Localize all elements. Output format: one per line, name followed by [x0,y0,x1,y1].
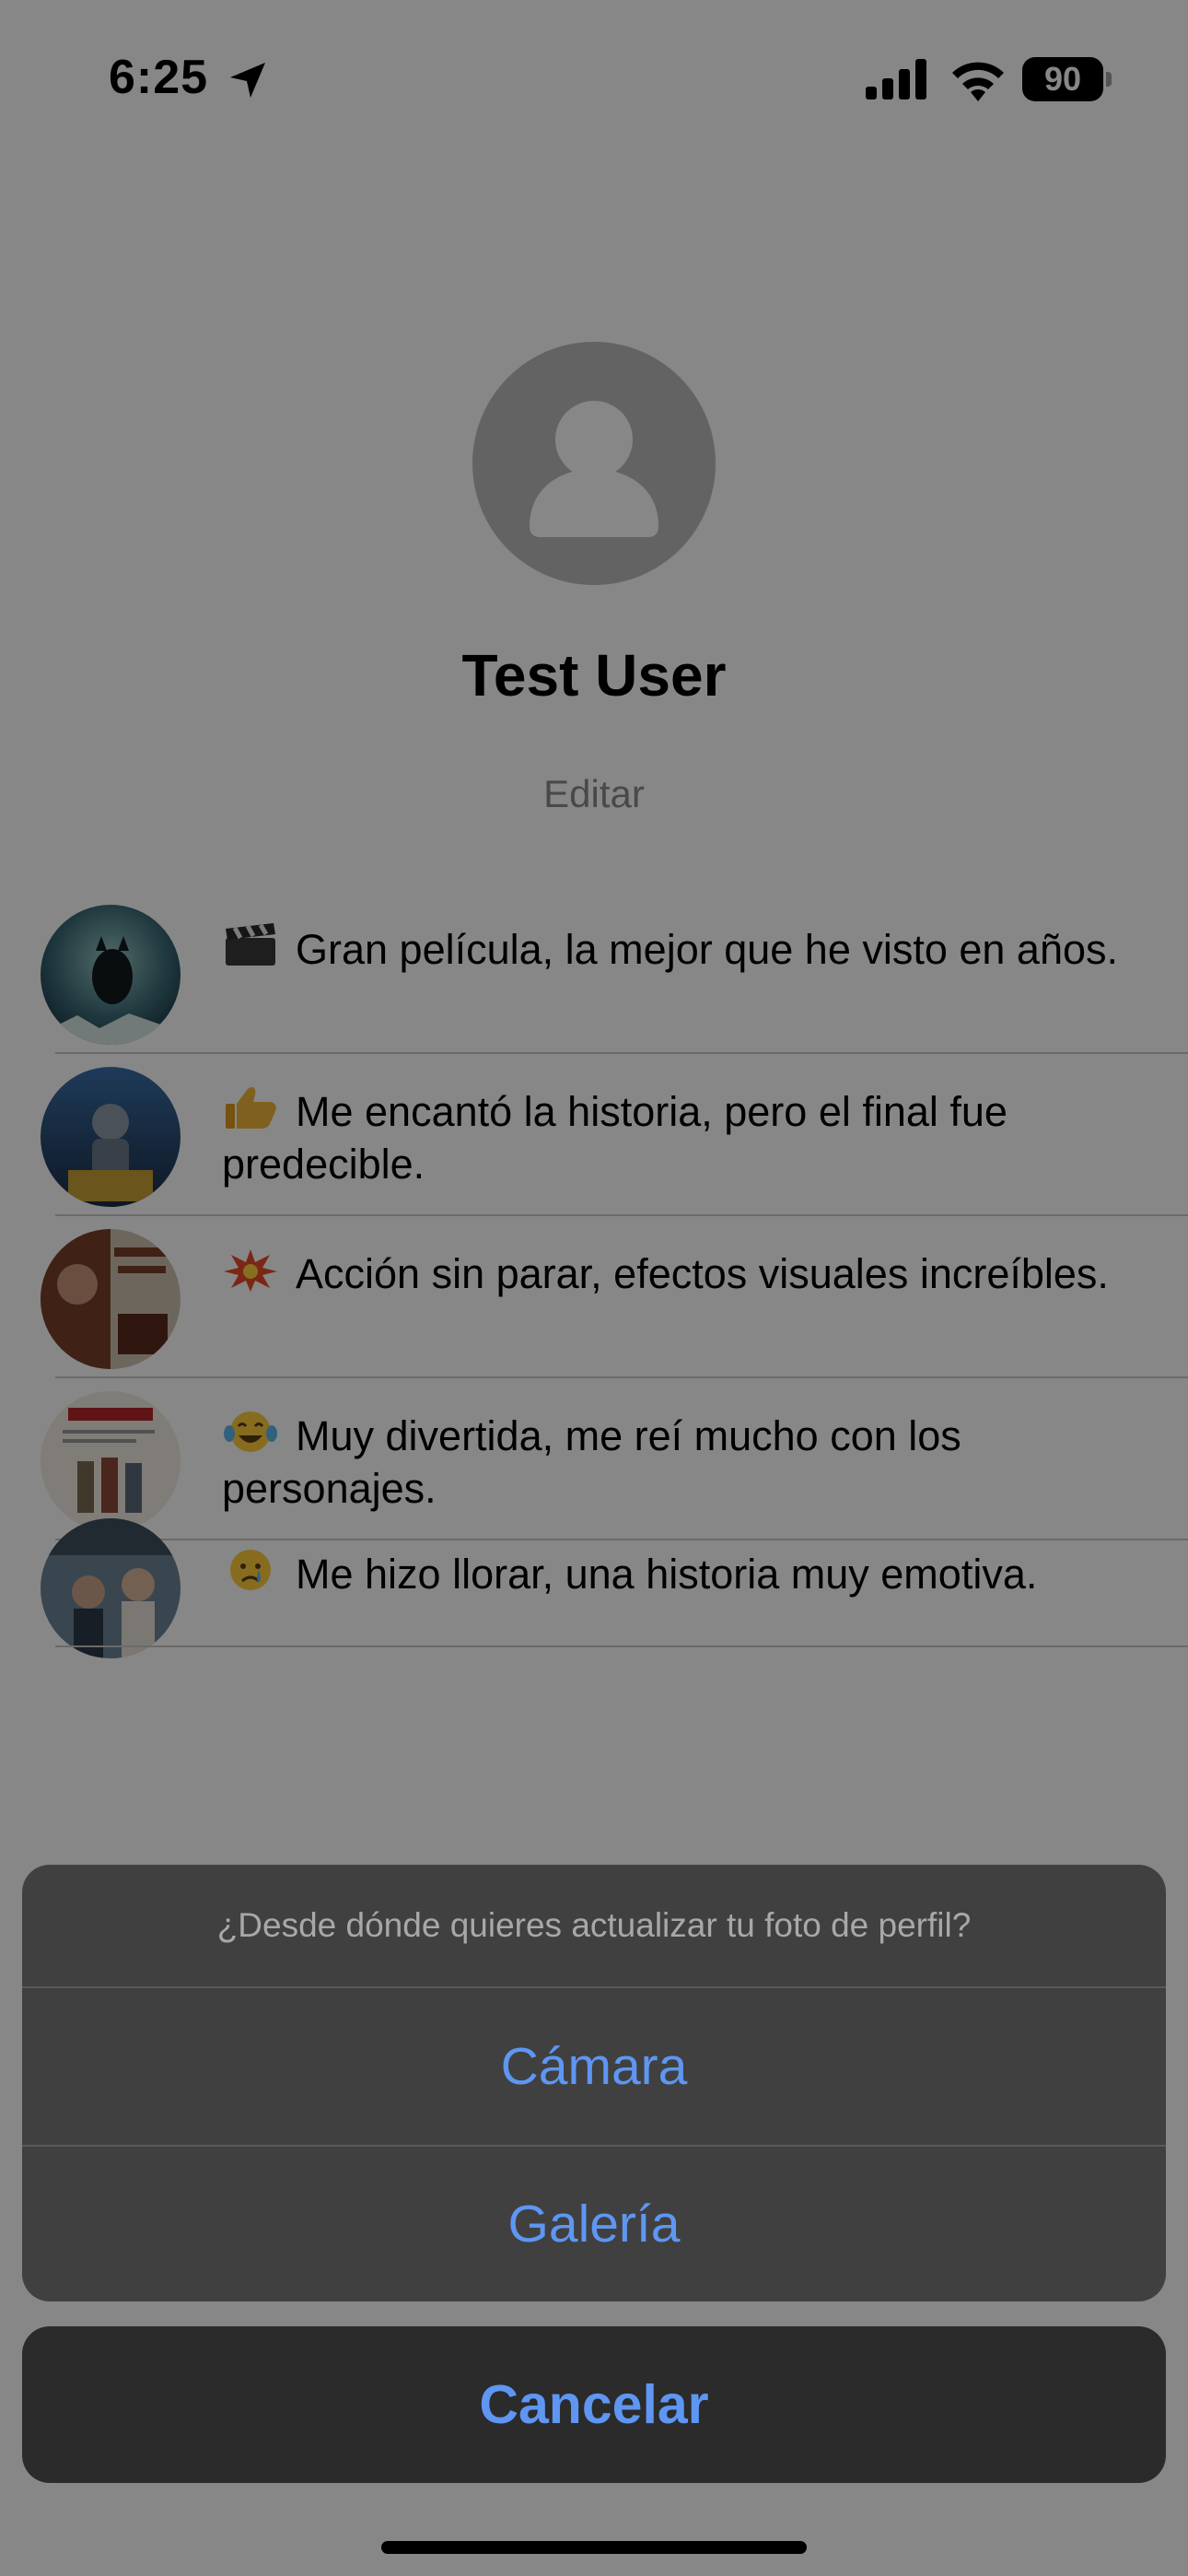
action-sheet-title: ¿Desde dónde quieres actualizar tu foto … [216,1906,972,1944]
cancel-button[interactable]: Cancelar [22,2326,1166,2483]
gallery-option-button[interactable]: Galería [22,2147,1166,2301]
profile-screen: 6:25 90 Test User Editar Gran película, … [0,0,1188,2576]
camera-option-button[interactable]: Cámara [22,1988,1166,2145]
action-sheet: ¿Desde dónde quieres actualizar tu foto … [22,1865,1166,2301]
home-indicator[interactable] [381,2541,807,2554]
